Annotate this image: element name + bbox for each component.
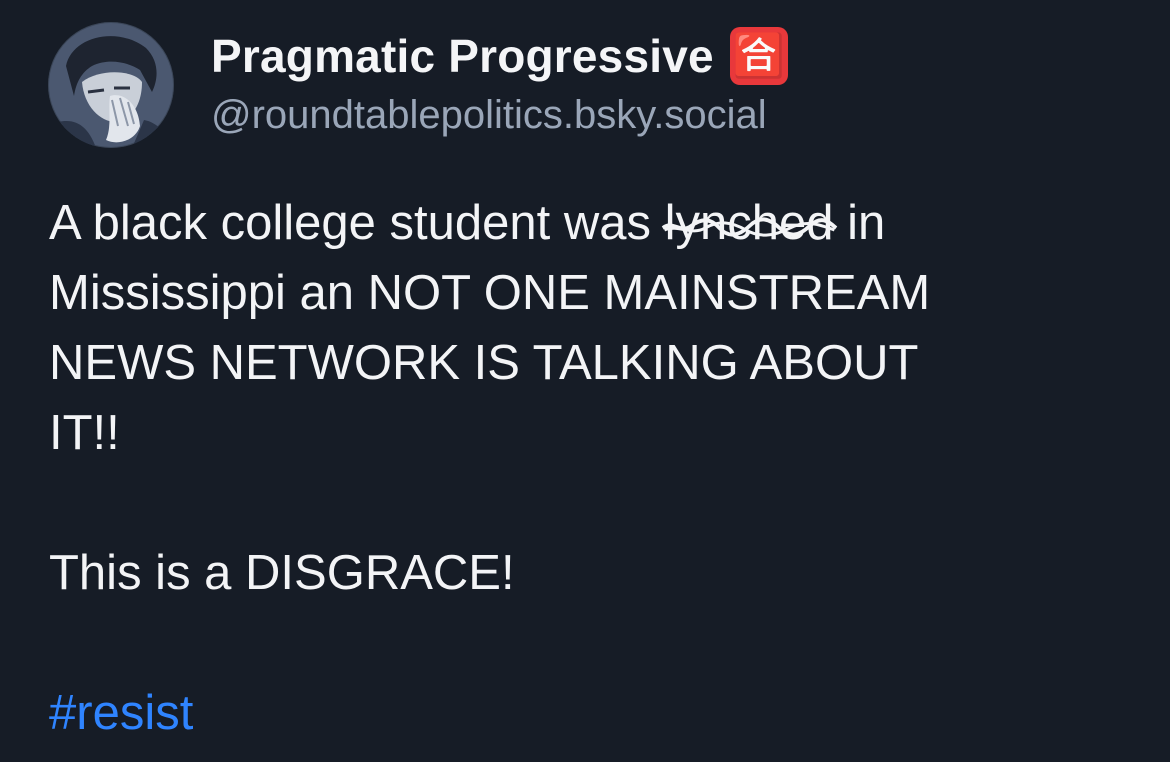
- post-body: A black college student was lynched in M…: [49, 188, 1139, 748]
- post-text-segment: in: [833, 196, 886, 250]
- avatar[interactable]: [48, 22, 174, 148]
- hashtag-link[interactable]: #resist: [49, 686, 193, 740]
- post-text-segment: A black college student was: [49, 196, 665, 250]
- author-name-row[interactable]: Pragmatic Progressive 🈴: [211, 26, 788, 86]
- author-display-name[interactable]: Pragmatic Progressive: [211, 29, 714, 83]
- post-line: Mississippi an NOT ONE MAINSTREAM: [49, 266, 931, 320]
- struck-word: lynched: [661, 188, 837, 258]
- avatar-illustration: [48, 22, 174, 148]
- post-line: IT!!: [49, 406, 120, 460]
- post-line: #resist: [49, 678, 1139, 748]
- author-handle[interactable]: @roundtablepolitics.bsky.social: [211, 93, 767, 138]
- post-line: A black college student was lynched in: [49, 188, 1139, 258]
- struck-word-text: lynched: [664, 196, 834, 250]
- japanese-passing-grade-icon: 🈴: [729, 27, 788, 85]
- post-line: This is a DISGRACE!: [49, 546, 515, 600]
- post-card: Pragmatic Progressive 🈴 @roundtablepolit…: [0, 0, 1170, 762]
- post-line: NEWS NETWORK IS TALKING ABOUT: [49, 336, 919, 390]
